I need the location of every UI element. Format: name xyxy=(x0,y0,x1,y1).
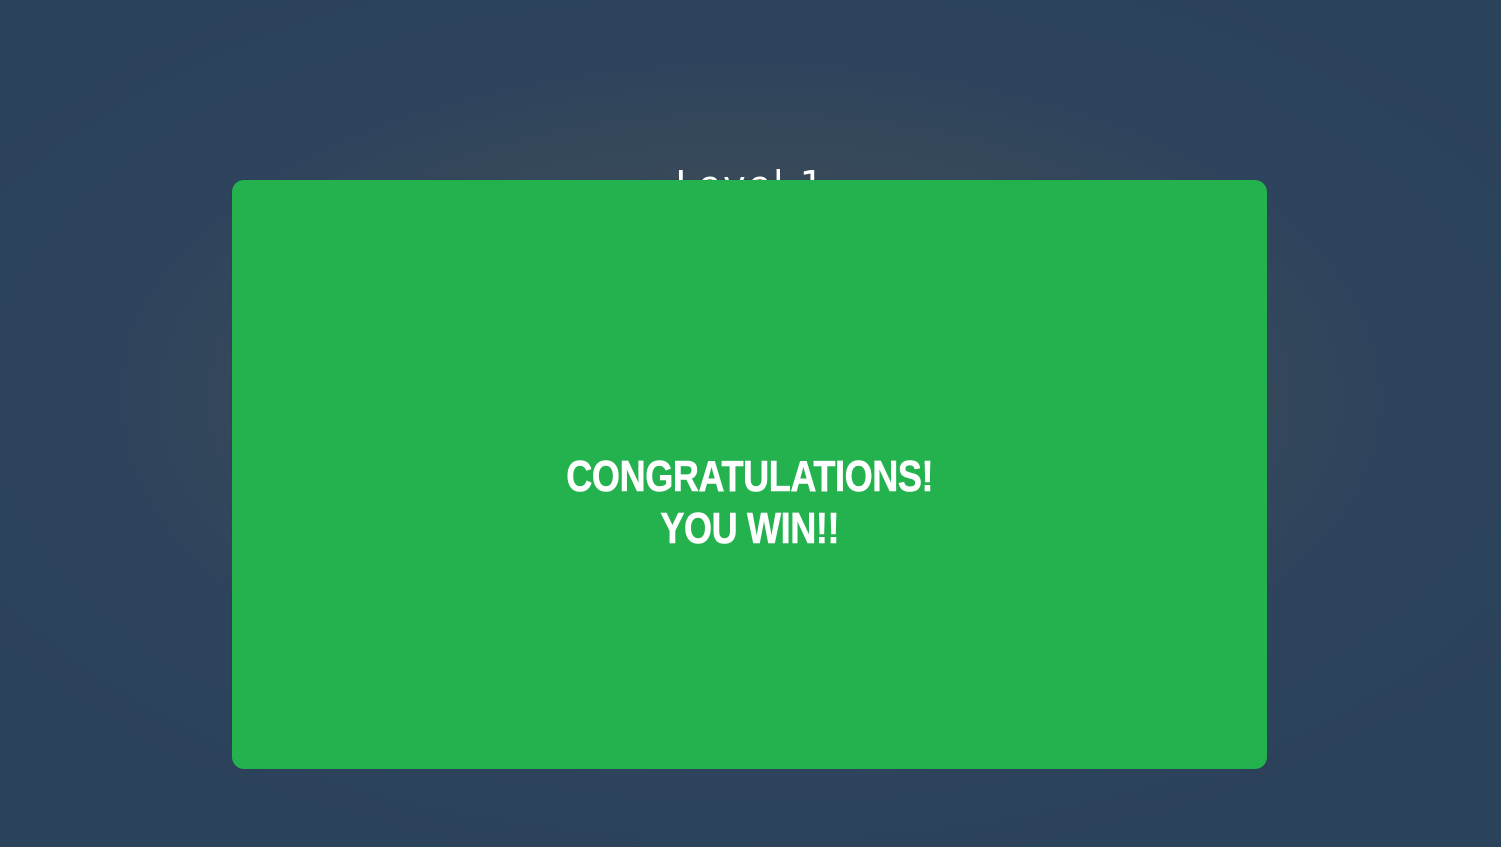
win-message: CONGRATULATIONS! YOU WIN!! xyxy=(566,451,934,555)
win-modal[interactable]: CONGRATULATIONS! YOU WIN!! xyxy=(232,180,1267,769)
win-message-line2: YOU WIN!! xyxy=(660,503,840,553)
win-message-line1: CONGRATULATIONS! xyxy=(566,451,934,501)
